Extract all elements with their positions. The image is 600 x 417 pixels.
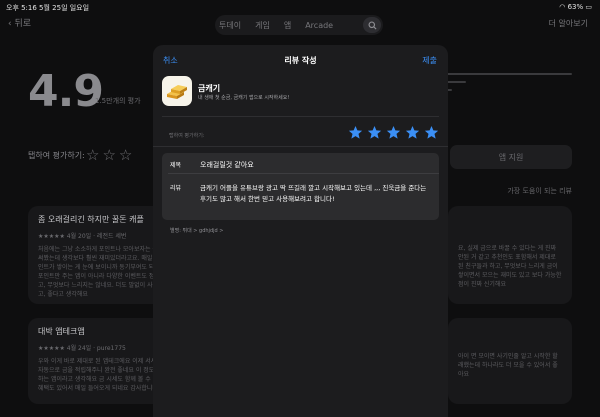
submit-button[interactable]: 제출 <box>422 55 437 66</box>
tab-games[interactable]: 게임 <box>255 20 270 31</box>
title-field[interactable]: 오래걸릴것 같아요 <box>200 160 254 170</box>
battery-icon: ▭ <box>585 3 592 11</box>
status-time-date: 오후 5:16 5월 25일 일요일 <box>6 4 90 12</box>
tab-apps[interactable]: 앱 <box>284 20 291 31</box>
star-icon[interactable] <box>405 125 420 140</box>
sort-menu[interactable]: 가장 도움이 되는 리뷰 <box>507 186 572 196</box>
sheet-title: 리뷰 작성 <box>284 56 317 65</box>
status-indicators: ◠ 63% ▭ <box>559 3 592 11</box>
tab-arcade[interactable]: Arcade <box>305 21 333 30</box>
star-rating-input[interactable] <box>344 125 439 140</box>
divider <box>168 173 439 174</box>
star-icon[interactable] <box>348 125 363 140</box>
tap-to-rate-hint: 탭하여 평가하기: <box>169 133 205 139</box>
cancel-button[interactable]: 취소 <box>163 55 178 66</box>
app-support-button[interactable]: 앱 지원 <box>450 145 572 169</box>
divider <box>153 146 448 147</box>
star-icon[interactable] <box>424 125 439 140</box>
review-card[interactable]: 요, 실제 금으로 바꿀 수 있다는 게 진짜 안된 거 같고 추천인도 포함해… <box>448 206 572 304</box>
app-name: 금캐기 <box>198 84 221 93</box>
tap-to-rate-label: 탭하여 평가하기: <box>28 151 85 160</box>
review-card[interactable]: 아이 면 모이면 사기인줄 알고 시작한 할래했는데 하나라도 더 모을 수 있… <box>448 318 572 404</box>
rating-bar <box>446 73 572 75</box>
review-body: 아이 면 모이면 사기인줄 알고 시작한 할래했는데 하나라도 더 모을 수 있… <box>458 353 558 378</box>
support-label: 앱 지원 <box>498 152 524 162</box>
battery-percent: 63% <box>567 3 584 11</box>
review-body: 요, 실제 금으로 바꿀 수 있다는 게 진짜 안된 거 같고 추천인도 포함해… <box>458 245 562 288</box>
tab-segmented-control: 투데이 게임 앱 Arcade <box>215 15 383 35</box>
divider <box>162 116 439 117</box>
app-icon <box>162 76 192 106</box>
back-label: 뒤로 <box>14 19 32 29</box>
back-button[interactable]: ‹ 뒤로 <box>8 16 31 29</box>
star-icon[interactable] <box>386 125 401 140</box>
wifi-icon: ◠ <box>559 3 566 11</box>
write-review-sheet: 리뷰 작성 취소 제출 금캐기 내 생애 첫 순금, 금캐기 앱으로 시작하세요… <box>153 45 448 417</box>
learn-more-link[interactable]: 더 알아보기 <box>549 18 588 29</box>
star-icon[interactable] <box>367 125 382 140</box>
average-rating: 4.9 <box>28 66 104 117</box>
chevron-left-icon: ‹ <box>8 19 12 29</box>
search-icon <box>367 20 377 30</box>
search-button[interactable] <box>363 17 381 33</box>
author-nickname[interactable]: 별명: 튀대 > gdhjdjd > <box>170 227 223 234</box>
rating-bar <box>446 81 466 83</box>
rate-stars[interactable]: ☆☆☆ <box>86 146 135 164</box>
title-field-label: 제목 <box>170 162 182 169</box>
rating-count: 1.5만개의 평가 <box>95 97 141 105</box>
review-form: 제목 오래걸릴것 같아요 리뷰 금캐기 어플을 유튜브랑 광고 딱 뜨길래 깔고… <box>162 153 439 220</box>
tab-today[interactable]: 투데이 <box>219 20 241 31</box>
review-textarea[interactable]: 금캐기 어플을 유튜브랑 광고 딱 뜨길래 깔고 시작해보고 있는데 ,,, 진… <box>200 183 432 205</box>
app-subtitle: 내 생애 첫 순금, 금캐기 앱으로 시작하세요! <box>198 95 290 101</box>
gold-bars-icon <box>167 85 187 99</box>
review-field-label: 리뷰 <box>170 185 182 192</box>
